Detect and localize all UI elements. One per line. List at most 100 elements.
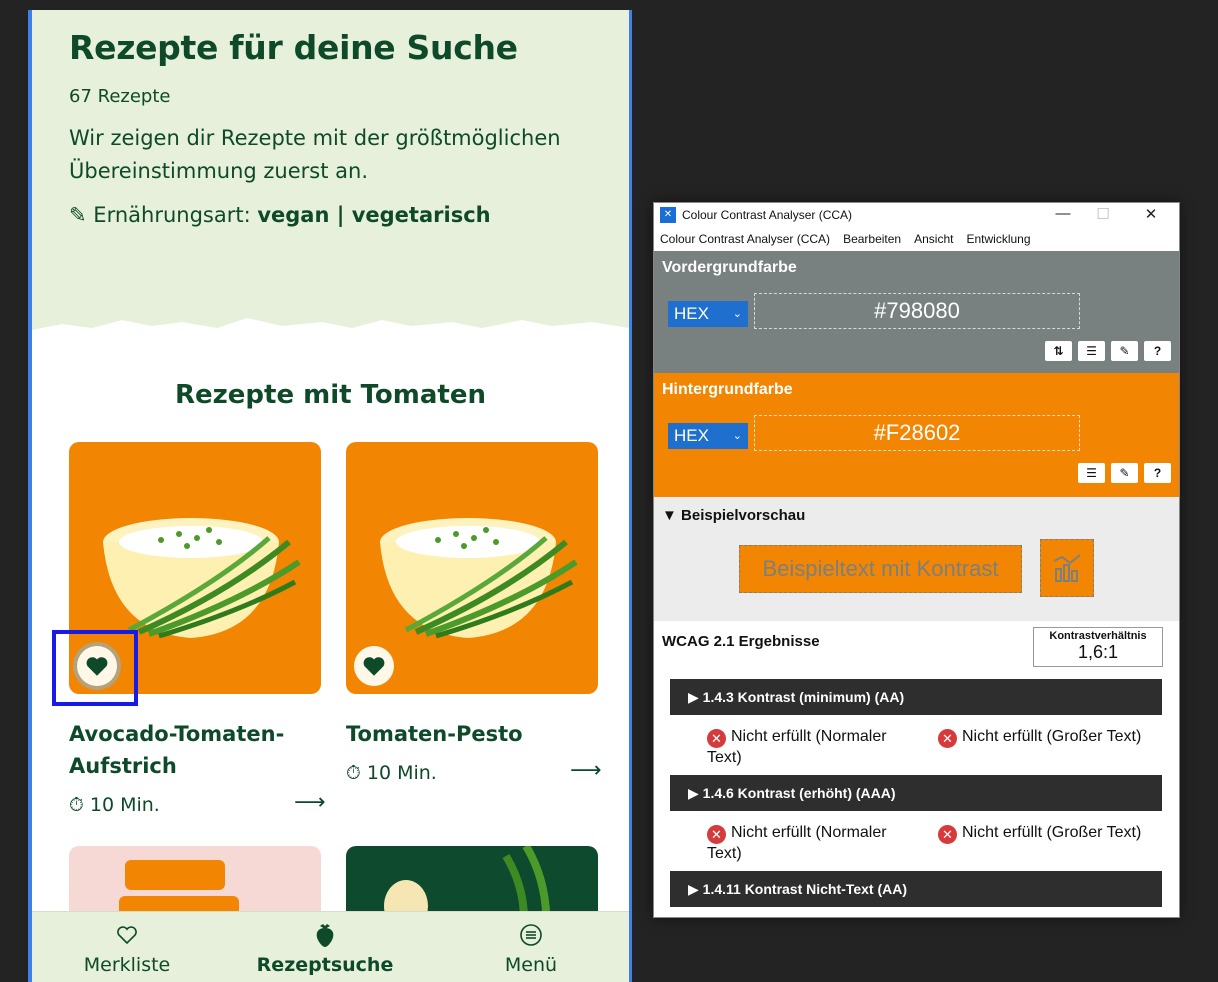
help-icon[interactable]: ?: [1144, 463, 1171, 483]
recipe-image[interactable]: [346, 442, 598, 694]
criterion-toggle[interactable]: ▶ 1.4.6 Kontrast (erhöht) (AAA): [670, 775, 1162, 811]
criterion-toggle[interactable]: ▶ 1.4.11 Kontrast Nicht-Text (AA): [670, 871, 1162, 907]
result-text: Nicht erfüllt (Normaler Text): [707, 824, 887, 862]
page-title: Rezepte für deine Suche: [69, 28, 518, 67]
triangle-right-icon: ▶: [688, 881, 703, 897]
recipe-time: ⏱ 10 Min.: [346, 762, 437, 784]
menu-item-bearbeiten[interactable]: Bearbeiten: [843, 232, 901, 246]
ratio-value: 1,6:1: [1077, 642, 1119, 662]
minimize-icon[interactable]: —: [1043, 205, 1083, 222]
result-large: ✕ Nicht erfüllt (Großer Text): [938, 823, 1178, 844]
criterion-label: 1.4.3 Kontrast (minimum) (AA): [702, 689, 905, 705]
nav-label: Merkliste: [83, 954, 171, 976]
triangle-down-icon: ▼: [662, 507, 677, 524]
results-title: WCAG 2.1 Ergebnisse: [662, 633, 820, 650]
nav-item-menu[interactable]: Menü: [456, 920, 606, 976]
heart-icon: [363, 657, 385, 676]
background-hex-input[interactable]: #F28602: [754, 415, 1080, 451]
intro-text: Wir zeigen dir Rezepte mit der größtmögl…: [69, 126, 561, 183]
foreground-tools: ⇅ ☰ ✎ ?: [1045, 341, 1171, 361]
format-value: HEX: [674, 426, 709, 445]
criterion-label: 1.4.11 Kontrast Nicht-Text (AA): [702, 881, 907, 897]
triangle-right-icon: ▶: [688, 689, 703, 705]
format-value: HEX: [674, 304, 709, 323]
diet-value: vegan | vegetarisch: [257, 203, 491, 227]
pencil-icon: ✎: [69, 203, 87, 227]
recipe-time: ⏱ 10 Min.: [69, 794, 160, 816]
torn-paper-divider: [32, 318, 629, 346]
result-large: ✕ Nicht erfüllt (Großer Text): [938, 727, 1178, 748]
maximize-icon[interactable]: ☐: [1083, 205, 1123, 223]
app-logo-icon: ✕: [660, 207, 676, 223]
result-normal: ✕ Nicht erfüllt (Normaler Text): [707, 727, 917, 767]
menu-item-entwicklung[interactable]: Entwicklung: [966, 232, 1030, 246]
ratio-label: Kontrastverhältnis: [1049, 630, 1147, 642]
criterion-toggle[interactable]: ▶ 1.4.3 Kontrast (minimum) (AA): [670, 679, 1162, 715]
result-text: Nicht erfüllt (Großer Text): [962, 728, 1142, 745]
result-normal: ✕ Nicht erfüllt (Normaler Text): [707, 823, 917, 863]
nav-label: Menü: [504, 954, 558, 976]
fail-icon: ✕: [938, 825, 957, 844]
background-format-select[interactable]: HEX ⌄: [668, 423, 748, 449]
timer-icon: ⏱: [346, 762, 361, 784]
nav-item-merkliste[interactable]: Merkliste: [52, 920, 202, 976]
eyedropper-icon[interactable]: ✎: [1111, 463, 1138, 483]
menu-circle-icon: [520, 924, 542, 946]
recipe-time-value: 10 Min.: [366, 762, 437, 784]
nav-item-rezeptsuche[interactable]: Rezeptsuche: [250, 920, 400, 976]
foreground-label: Vordergrundfarbe: [662, 259, 797, 276]
heart-outline-icon: [117, 926, 137, 945]
contrast-ratio-box: Kontrastverhältnis 1,6:1: [1033, 627, 1163, 667]
recipe-title[interactable]: Tomaten-Pesto: [346, 718, 523, 750]
arrow-right-icon[interactable]: ⟶: [294, 790, 326, 815]
background-label: Hintergrundfarbe: [662, 381, 793, 398]
criterion-label: 1.4.6 Kontrast (erhöht) (AAA): [702, 785, 896, 801]
favorite-button[interactable]: [354, 646, 394, 686]
section-title: Rezepte mit Tomaten: [175, 380, 486, 410]
arrow-right-icon[interactable]: ⟶: [570, 758, 602, 783]
fail-icon: ✕: [707, 825, 726, 844]
menu-item-app[interactable]: Colour Contrast Analyser (CCA): [660, 232, 830, 246]
strawberry-icon: [316, 924, 334, 947]
recipe-title[interactable]: Avocado-Tomaten- Aufstrich: [69, 718, 284, 782]
cca-window: ✕ Colour Contrast Analyser (CCA) — ☐ ✕ C…: [653, 202, 1180, 918]
timer-icon: ⏱: [69, 794, 84, 816]
window-titlebar[interactable]: ✕ Colour Contrast Analyser (CCA) — ☐ ✕: [654, 203, 1179, 227]
preview-chart-icon: [1040, 539, 1094, 597]
nav-label: Rezeptsuche: [256, 954, 394, 976]
help-icon[interactable]: ?: [1144, 341, 1171, 361]
menu-item-ansicht[interactable]: Ansicht: [914, 232, 953, 246]
eyedropper-icon[interactable]: ✎: [1111, 341, 1138, 361]
sliders-icon[interactable]: ☰: [1078, 341, 1105, 361]
chevron-down-icon: ⌄: [732, 430, 742, 442]
result-text: Nicht erfüllt (Normaler Text): [707, 728, 887, 766]
result-text: Nicht erfüllt (Großer Text): [962, 824, 1142, 841]
foreground-hex-input[interactable]: #798080: [754, 293, 1080, 329]
window-title: Colour Contrast Analyser (CCA): [682, 208, 853, 222]
bottom-navigation: Merkliste Rezeptsuche Menü: [32, 911, 629, 982]
background-section: Hintergrundfarbe HEX ⌄ #F28602 ☰ ✎ ?: [654, 373, 1179, 497]
recipe-time-value: 10 Min.: [89, 794, 160, 816]
fail-icon: ✕: [938, 729, 957, 748]
preview-section: ▼ Beispielvorschau Beispieltext mit Kont…: [654, 497, 1179, 621]
focus-indicator: [52, 630, 138, 706]
foreground-section: Vordergrundfarbe HEX ⌄ #798080 ⇅ ☰ ✎ ?: [654, 251, 1179, 373]
triangle-right-icon: ▶: [688, 785, 703, 801]
chevron-down-icon: ⌄: [732, 308, 742, 320]
close-icon[interactable]: ✕: [1131, 205, 1171, 223]
menu-bar: Colour Contrast Analyser (CCA) Bearbeite…: [654, 227, 1179, 251]
preview-label: Beispielvorschau: [681, 507, 806, 524]
recipe-title-line1: Avocado-Tomaten-: [69, 722, 285, 746]
swap-colors-icon[interactable]: ⇅: [1045, 341, 1072, 361]
preview-toggle[interactable]: ▼ Beispielvorschau: [662, 507, 805, 524]
fail-icon: ✕: [707, 729, 726, 748]
foreground-format-select[interactable]: HEX ⌄: [668, 301, 748, 327]
recipe-app-viewport: Rezepte für deine Suche 67 Rezepte Wir z…: [28, 10, 632, 982]
background-tools: ☰ ✎ ?: [1078, 463, 1171, 483]
diet-label: Ernährungsart:: [93, 203, 251, 227]
preview-sample-text: Beispieltext mit Kontrast: [739, 545, 1022, 593]
recipe-count: 67 Rezepte: [69, 86, 171, 107]
recipe-title-line2: Aufstrich: [69, 754, 177, 778]
sliders-icon[interactable]: ☰: [1078, 463, 1105, 483]
diet-filter[interactable]: ✎ Ernährungsart: vegan | vegetarisch: [69, 203, 491, 227]
